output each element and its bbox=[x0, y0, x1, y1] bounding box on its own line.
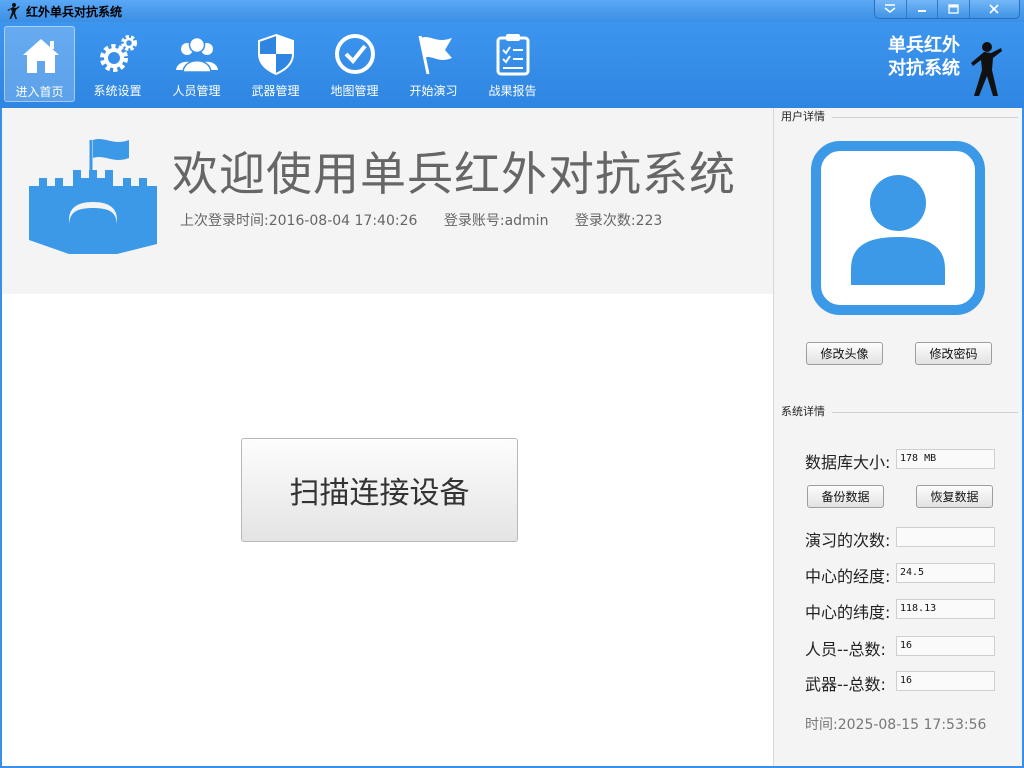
maximize-icon bbox=[948, 4, 959, 14]
minimize-button[interactable] bbox=[905, 0, 938, 18]
last-login-time: 上次登录时间:2016-08-04 17:40:26 bbox=[180, 213, 418, 229]
stat-label-db-size: 数据库大小: bbox=[805, 453, 891, 472]
system-panel-title: 系统详情 bbox=[781, 403, 828, 419]
toolbar-item-settings[interactable]: 系统设置 bbox=[82, 26, 153, 102]
user-panel-title: 用户详情 bbox=[781, 108, 828, 124]
window-controls bbox=[874, 0, 1020, 19]
welcome-title: 欢迎使用单兵红外对抗系统 bbox=[172, 147, 736, 201]
maximize-button[interactable] bbox=[937, 0, 969, 18]
toolbar-item-home[interactable]: 进入首页 bbox=[4, 26, 75, 102]
toolbar-item-personnel[interactable]: 人员管理 bbox=[161, 26, 232, 102]
restore-data-button[interactable]: 恢复数据 bbox=[916, 485, 993, 508]
menu-icon bbox=[884, 4, 896, 13]
stat-label-exercise-count: 演习的次数: bbox=[805, 531, 891, 550]
scan-devices-button[interactable]: 扫描连接设备 bbox=[241, 438, 518, 542]
clipboard-icon bbox=[496, 34, 530, 76]
login-count: 登录次数:223 bbox=[574, 213, 663, 229]
toolbar-label: 武器管理 bbox=[251, 84, 300, 98]
stat-value-personnel-total: 16 bbox=[896, 636, 995, 656]
change-password-button[interactable]: 修改密码 bbox=[915, 342, 992, 365]
brand-line-1: 单兵红外 bbox=[888, 35, 960, 56]
toolbar-item-map[interactable]: 地图管理 bbox=[319, 26, 390, 102]
side-panel: 用户详情 修改头像 修改密码 系统详情 数据库大小: 178 MB 备份数据 恢… bbox=[773, 108, 1022, 766]
castle-icon bbox=[29, 139, 157, 254]
toolbar-label: 地图管理 bbox=[330, 84, 379, 98]
brand-line-2: 对抗系统 bbox=[888, 58, 960, 79]
main-toolbar: 进入首页 系统设置 人员管理 武器管理 地图管理 开始演习 战果报告 单兵红外 … bbox=[0, 22, 1024, 108]
close-icon bbox=[989, 4, 1000, 14]
toolbar-label: 进入首页 bbox=[15, 85, 64, 99]
stat-value-exercise-count bbox=[896, 527, 995, 547]
main-content: 欢迎使用单兵红外对抗系统 上次登录时间:2016-08-04 17:40:26 … bbox=[2, 108, 773, 766]
soldier-logo-icon bbox=[971, 42, 1002, 96]
welcome-banner: 欢迎使用单兵红外对抗系统 上次登录时间:2016-08-04 17:40:26 … bbox=[2, 108, 773, 294]
change-avatar-button[interactable]: 修改头像 bbox=[806, 342, 883, 365]
home-icon bbox=[23, 39, 59, 73]
toolbar-label: 战果报告 bbox=[488, 84, 537, 98]
stat-value-weapons-total: 16 bbox=[896, 671, 995, 691]
minimize-icon bbox=[917, 10, 926, 12]
login-info: 上次登录时间:2016-08-04 17:40:26 登录账号:admin 登录… bbox=[180, 210, 684, 230]
stat-value-center-latitude: 118.13 bbox=[896, 599, 995, 619]
login-account: 登录账号:admin bbox=[443, 213, 549, 229]
stat-value-db-size: 178 MB bbox=[896, 449, 995, 469]
menu-button[interactable] bbox=[875, 0, 906, 18]
stat-label-personnel-total: 人员--总数: bbox=[805, 640, 886, 659]
toolbar-label: 开始演习 bbox=[409, 84, 458, 98]
toolbar-item-exercise[interactable]: 开始演习 bbox=[398, 26, 469, 102]
check-circle-icon bbox=[335, 34, 375, 74]
stat-value-center-longitude: 24.5 bbox=[896, 563, 995, 583]
gear-icon bbox=[100, 35, 137, 72]
flag-icon bbox=[418, 35, 452, 75]
backup-data-button[interactable]: 备份数据 bbox=[807, 485, 884, 508]
shield-icon bbox=[258, 33, 294, 76]
title-bar: 红外单兵对抗系统 bbox=[0, 0, 1024, 22]
brand-title: 单兵红外 对抗系统 bbox=[888, 34, 960, 80]
divider bbox=[832, 412, 1018, 413]
soldier-app-icon bbox=[7, 3, 20, 19]
toolbar-item-report[interactable]: 战果报告 bbox=[477, 26, 548, 102]
people-icon bbox=[176, 36, 218, 73]
stat-label-center-latitude: 中心的纬度: bbox=[805, 603, 891, 622]
current-time: 时间:2025-08-15 17:53:56 bbox=[805, 717, 987, 733]
stat-label-center-longitude: 中心的经度: bbox=[805, 567, 891, 586]
divider bbox=[832, 117, 1018, 118]
stat-label-weapons-total: 武器--总数: bbox=[805, 675, 886, 694]
toolbar-item-weapons[interactable]: 武器管理 bbox=[240, 26, 311, 102]
avatar-icon bbox=[811, 141, 985, 315]
window-title: 红外单兵对抗系统 bbox=[26, 5, 123, 19]
close-button[interactable] bbox=[968, 0, 1019, 18]
toolbar-label: 系统设置 bbox=[93, 84, 142, 98]
toolbar-label: 人员管理 bbox=[172, 84, 221, 98]
